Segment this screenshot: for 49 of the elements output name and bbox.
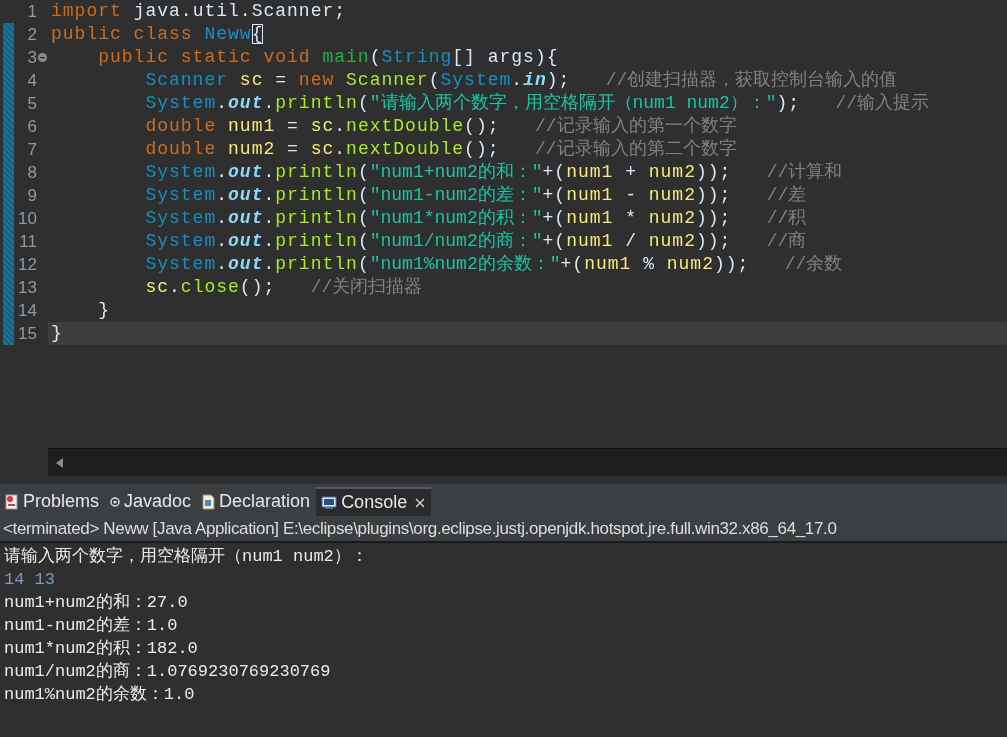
view-tab[interactable]: Declaration	[197, 487, 317, 516]
console-icon	[321, 495, 338, 510]
line-number: 10	[17, 208, 37, 230]
view-tab[interactable]: Javadoc	[105, 487, 198, 516]
line-number: 1	[26, 1, 37, 23]
code-line: System.out.println("num1-num2的差："+(num1 - num2)); //差	[144, 184, 807, 207]
problems-icon	[5, 493, 19, 510]
console-line: 14 13	[4, 569, 56, 591]
view-tab[interactable]: Problems	[0, 487, 106, 516]
console-line: num1%num2的余数：1.0	[4, 684, 196, 706]
document-icon	[202, 493, 216, 510]
view-tab[interactable]: Console	[316, 487, 432, 516]
code-line: sc.close(); //关闭扫描器	[144, 276, 423, 299]
code-line: Scanner sc = new Scanner(System.in); //创建扫描器，获取控制台输入的值	[144, 69, 898, 92]
code-line: System.out.println("num1%num2的余数："+(num1 % num2)); //余数	[144, 253, 843, 276]
console-status: <terminated> Neww [Java Application] E:\eclipse\plugins\org.eclipse.justj.openjdk.hotspot.jre.full.win32.x86_64_17.0	[3, 519, 837, 538]
line-number: 7	[26, 139, 37, 161]
line-number: 15	[17, 323, 37, 345]
code-line: System.out.println("num1+num2的和："+(num1 + num2)); //计算和	[144, 161, 843, 184]
code-line: public static void main(String[] args){	[97, 46, 559, 69]
line-number: 6	[26, 116, 37, 138]
line-number: 4	[26, 70, 37, 92]
console-line: num1+num2的和：27.0	[4, 592, 189, 614]
code-line: System.out.println("num1*num2的积："+(num1 * num2)); //积	[144, 207, 807, 230]
close-icon[interactable]	[415, 497, 426, 508]
collapse-icon[interactable]	[38, 53, 47, 62]
code-line: System.out.println("num1/num2的商："+(num1 / num2)); //商	[144, 230, 807, 253]
code-line: double num2 = sc.nextDouble(); //记录输入的第二个数字	[144, 138, 737, 161]
line-number: 2	[26, 24, 37, 46]
line-number: 13	[17, 277, 37, 299]
console-line: num1-num2的差：1.0	[4, 615, 179, 637]
line-number: 3	[26, 47, 37, 69]
code-line: }	[51, 322, 63, 345]
line-number: 11	[18, 231, 37, 253]
line-number: 9	[26, 185, 37, 207]
code-line: double num1 = sc.nextDouble(); //记录输入的第一个数字	[144, 115, 737, 138]
console-line: num1/num2的商：1.0769230769230769	[4, 661, 332, 683]
horizontal-scrollbar[interactable]	[48, 448, 1007, 476]
line-number: 8	[26, 162, 37, 184]
code-line: public class Neww{	[51, 23, 264, 46]
line-number: 14	[17, 300, 37, 322]
code-line: System.out.println("请输入两个数字，用空格隔开（num1 num2）："); //输入提示	[144, 92, 930, 115]
console-line: 请输入两个数字，用空格隔开（num1 num2）：	[4, 545, 369, 568]
line-number: 12	[17, 254, 37, 276]
scroll-left-icon[interactable]	[56, 457, 63, 468]
line-number: 5	[26, 93, 37, 115]
console-line: num1*num2的积：182.0	[4, 638, 199, 660]
code-line: }	[97, 299, 110, 322]
code-line: import java.util.Scanner;	[51, 0, 347, 23]
